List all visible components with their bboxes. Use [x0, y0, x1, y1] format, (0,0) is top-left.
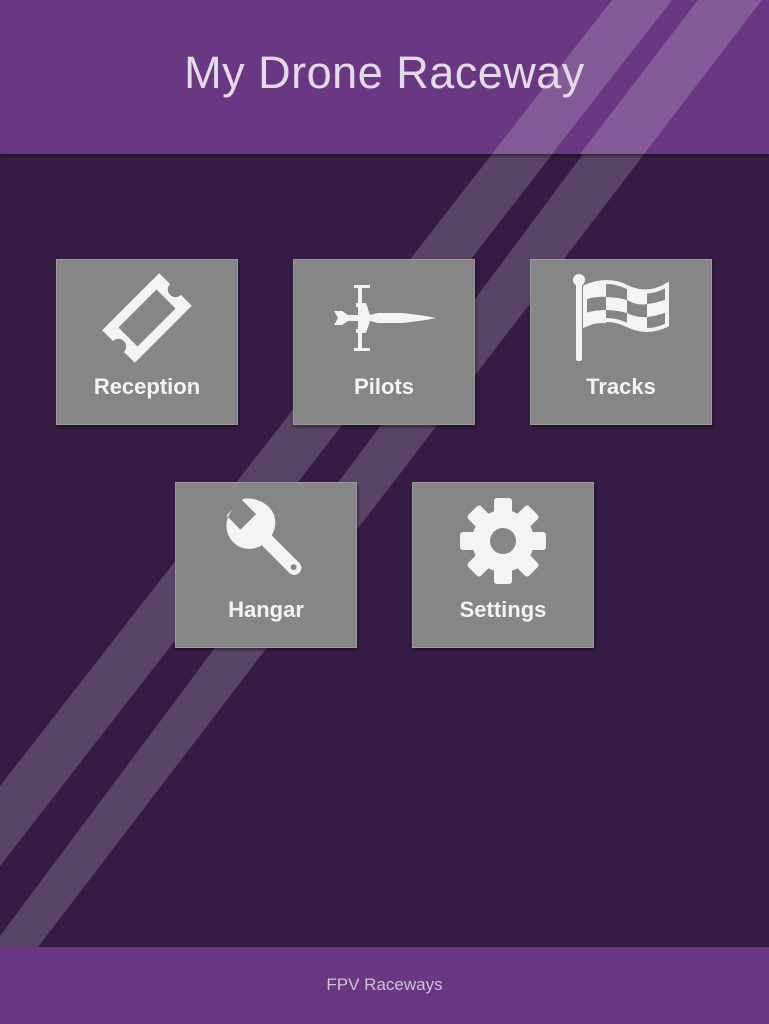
- page-title: My Drone Raceway: [184, 47, 585, 98]
- reception-label: Reception: [93, 374, 201, 399]
- tracks-tile-button[interactable]: Tracks: [530, 259, 712, 425]
- settings-label: Settings: [459, 597, 547, 622]
- gear-icon: [413, 491, 593, 591]
- header-bar: My Drone Raceway: [0, 0, 769, 154]
- hangar-tile-button[interactable]: Hangar: [175, 482, 357, 648]
- hangar-label: Hangar: [228, 597, 304, 622]
- footer-bar: FPV Raceways: [0, 947, 769, 1024]
- pilots-label: Pilots: [354, 374, 414, 399]
- app-screen: My Drone Raceway Reception Pilots Tracks…: [0, 0, 769, 1024]
- pilots-tile-button[interactable]: Pilots: [293, 259, 475, 425]
- settings-tile-button[interactable]: Settings: [412, 482, 594, 648]
- reception-tile-button[interactable]: Reception: [56, 259, 238, 425]
- ticket-icon: [57, 268, 237, 368]
- wrench-icon: [176, 491, 356, 591]
- footer-text: FPV Raceways: [326, 975, 443, 994]
- checkered-flag-icon: [531, 268, 711, 368]
- tracks-label: Tracks: [586, 374, 656, 399]
- fighter-jet-icon: [294, 268, 474, 368]
